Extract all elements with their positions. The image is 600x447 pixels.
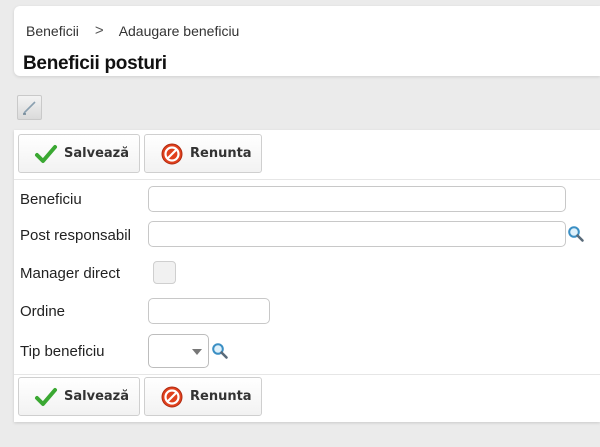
- cancel-circle-icon: [160, 142, 184, 166]
- form-panel: Salvează Renunta Beneficiu Post responsa…: [14, 130, 600, 422]
- tip-beneficiu-label: Tip beneficiu: [20, 343, 105, 360]
- breadcrumb-current: Adaugare beneficiu: [118, 22, 240, 39]
- tip-beneficiu-select[interactable]: [148, 334, 209, 368]
- breadcrumb: Beneficii > Adaugare beneficiu: [26, 22, 239, 39]
- manager-direct-label: Manager direct: [20, 265, 121, 282]
- cancel-button-label: Renunta: [190, 389, 252, 404]
- post-responsabil-input[interactable]: [148, 221, 566, 247]
- breadcrumb-separator: >: [94, 22, 104, 39]
- divider-top: [14, 179, 600, 180]
- ordine-label: Ordine: [20, 303, 66, 320]
- save-button-label: Salvează: [64, 389, 129, 404]
- save-button-label: Salvează: [64, 146, 129, 161]
- checkmark-icon: [34, 142, 58, 166]
- tip-beneficiu-search-icon[interactable]: [211, 342, 229, 360]
- cancel-button-label: Renunta: [190, 146, 252, 161]
- beneficiu-label: Beneficiu: [20, 191, 82, 208]
- manager-direct-checkbox[interactable]: [153, 261, 176, 284]
- cancel-circle-icon: [160, 385, 184, 409]
- page-title: Beneficii posturi: [23, 53, 167, 74]
- post-responsabil-label: Post responsabil: [20, 227, 131, 244]
- beneficiu-input[interactable]: [148, 186, 566, 212]
- ordine-input[interactable]: [148, 298, 270, 324]
- chevron-down-icon: [192, 349, 202, 355]
- edit-pencil-icon[interactable]: [17, 95, 42, 120]
- header-panel: Beneficii > Adaugare beneficiu Beneficii…: [14, 6, 600, 76]
- cancel-button-bottom[interactable]: Renunta: [144, 377, 262, 416]
- cancel-button-top[interactable]: Renunta: [144, 134, 262, 173]
- save-button-top[interactable]: Salvează: [18, 134, 140, 173]
- divider-bottom: [14, 374, 600, 375]
- post-responsabil-search-icon[interactable]: [567, 225, 585, 243]
- checkmark-icon: [34, 385, 58, 409]
- breadcrumb-parent-link[interactable]: Beneficii: [26, 23, 79, 39]
- save-button-bottom[interactable]: Salvează: [18, 377, 140, 416]
